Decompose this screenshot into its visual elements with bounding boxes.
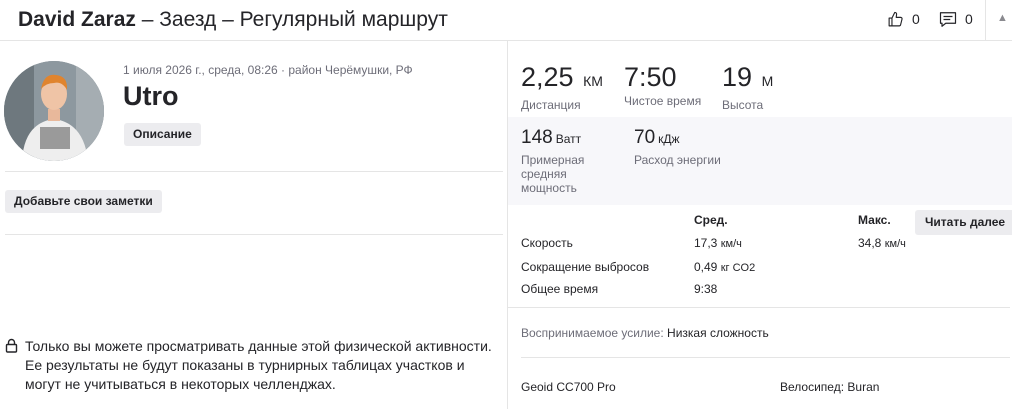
- kudos-count: 0: [912, 11, 920, 27]
- power-label: Примерная средняя мощность: [521, 153, 585, 195]
- bike-link[interactable]: Buran: [847, 380, 879, 394]
- read-more-button[interactable]: Читать далее: [915, 210, 1012, 235]
- activity-stats-right: 2,25 КМ Дистанция 7:50 Чистое время 19 М…: [508, 41, 1012, 409]
- athlete-name-link[interactable]: David Zaraz: [18, 8, 136, 31]
- power-value: 148: [521, 127, 553, 148]
- page-title: David Zaraz – Заезд – Регулярный маршрут: [18, 7, 448, 33]
- section-divider: [508, 307, 1010, 308]
- moving-time-value: 7:50: [624, 62, 677, 92]
- scroll-up-icon[interactable]: ▲: [997, 12, 1008, 24]
- speed-max-unit: км/ч: [884, 238, 906, 250]
- activity-name: Utro: [123, 81, 179, 111]
- speed-avg: 17,3 км/ч: [694, 236, 742, 250]
- column-max-header: Макс.: [858, 213, 891, 227]
- emissions-unit: кг CO2: [720, 262, 756, 274]
- activity-type-title: – Заезд – Регулярный маршрут: [135, 8, 448, 31]
- stat-energy: 70 кДж Расход энергии: [634, 126, 721, 167]
- energy-value: 70: [634, 127, 656, 148]
- energy-label: Расход энергии: [634, 153, 721, 167]
- kudos-button[interactable]: 0: [887, 9, 920, 29]
- row-emissions-label: Сокращение выбросов: [521, 260, 650, 274]
- stat-distance: 2,25 КМ Дистанция: [521, 61, 603, 112]
- stat-power: 148 Ватт Примерная средняя мощность: [521, 126, 611, 195]
- distance-unit: КМ: [583, 73, 603, 89]
- section-divider: [521, 357, 1010, 358]
- moving-time-label: Чистое время: [624, 94, 702, 108]
- athlete-avatar[interactable]: [4, 61, 104, 161]
- elevation-unit: М: [761, 73, 774, 89]
- emissions-value: 0,49: [694, 260, 718, 274]
- primary-stats: 2,25 КМ Дистанция 7:50 Чистое время 19 М…: [508, 41, 1012, 117]
- activity-header: David Zaraz – Заезд – Регулярный маршрут…: [0, 0, 1012, 41]
- perceived-effort: Воспринимаемое усилие: Низкая сложность: [521, 326, 769, 340]
- privacy-notice: Только вы можете просматривать данные эт…: [5, 337, 500, 394]
- power-unit: Ватт: [555, 132, 582, 146]
- stat-moving-time: 7:50 Чистое время: [624, 61, 701, 108]
- emissions-avg: 0,49 кг CO2: [694, 260, 755, 274]
- description-button[interactable]: Описание: [124, 123, 201, 146]
- lock-icon: [5, 338, 19, 394]
- speed-avg-value: 17,3: [694, 236, 718, 250]
- speed-max-value: 34,8: [858, 236, 882, 250]
- bike-info: Велосипед: Buran: [780, 380, 879, 394]
- effort-label: Воспринимаемое усилие:: [521, 326, 664, 340]
- activity-summary-left: 1 июля 2026 г., среда, 08:26 · район Чер…: [0, 41, 508, 409]
- activity-date-location: 1 июля 2026 г., среда, 08:26 · район Чер…: [123, 63, 413, 77]
- comments-button[interactable]: 0: [939, 9, 973, 29]
- stat-elevation: 19 М Высота: [722, 61, 773, 112]
- distance-label: Дистанция: [521, 98, 581, 112]
- add-notes-button[interactable]: Добавьте свои заметки: [5, 190, 162, 213]
- section-divider: [5, 234, 503, 235]
- column-avg-header: Сред.: [694, 213, 728, 227]
- row-speed-label: Скорость: [521, 236, 573, 250]
- secondary-stats: 148 Ватт Примерная средняя мощность 70 кДж…: [508, 117, 1012, 205]
- effort-value: Низкая сложность: [667, 326, 769, 340]
- comments-count: 0: [965, 11, 973, 27]
- header-divider: [985, 0, 986, 40]
- speed-max: 34,8 км/ч: [858, 236, 906, 250]
- energy-unit: кДж: [658, 132, 680, 146]
- speed-avg-unit: км/ч: [720, 238, 742, 250]
- elevation-value: 19: [722, 62, 753, 92]
- device-name: Geoid CC700 Pro: [521, 380, 616, 394]
- comment-icon: [939, 11, 957, 28]
- thumbs-up-icon: [887, 11, 904, 28]
- privacy-text: Только вы можете просматривать данные эт…: [25, 338, 492, 392]
- total-time-value: 9:38: [694, 282, 718, 296]
- distance-value: 2,25: [521, 62, 574, 92]
- row-total-time-label: Общее время: [521, 282, 599, 296]
- section-divider: [5, 171, 503, 172]
- bike-label: Велосипед:: [780, 380, 845, 394]
- elevation-label: Высота: [722, 98, 764, 112]
